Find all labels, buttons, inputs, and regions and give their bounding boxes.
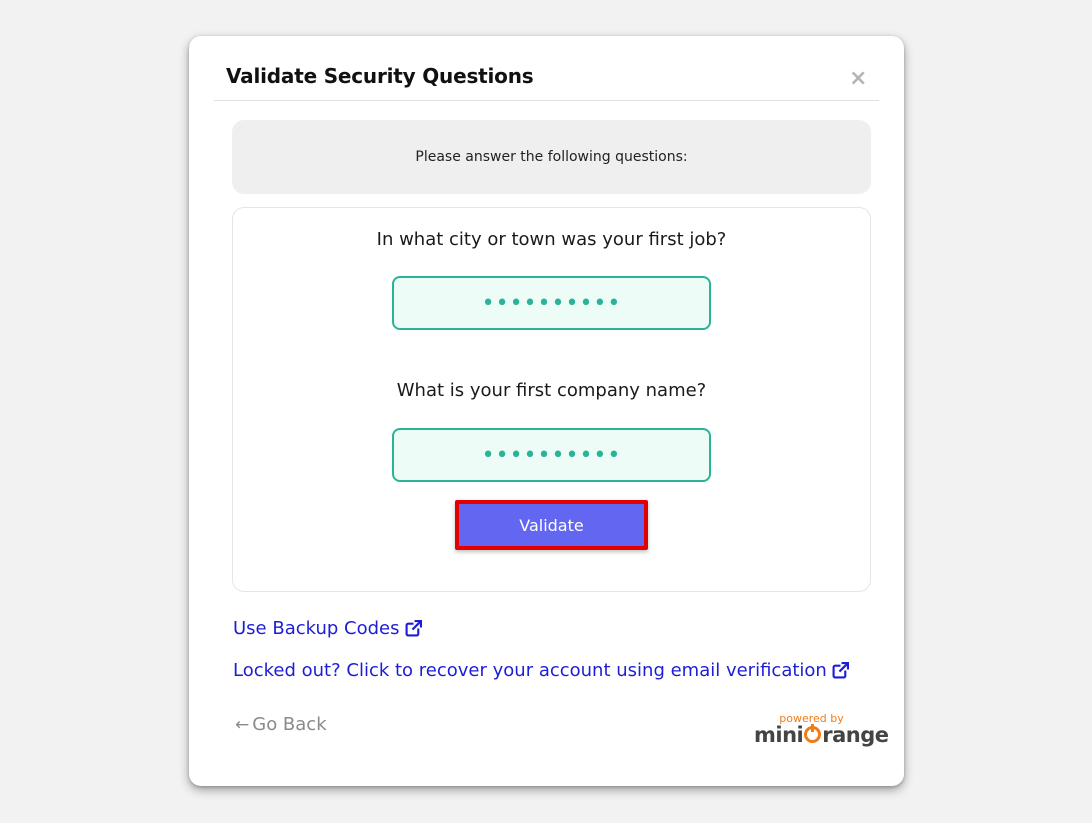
- go-back-label: Go Back: [252, 714, 327, 735]
- recover-account-link[interactable]: Locked out? Click to recover your accoun…: [233, 660, 849, 681]
- answer-input-2[interactable]: [392, 428, 711, 482]
- validate-button[interactable]: Validate: [455, 500, 648, 550]
- instructions-banner: Please answer the following questions:: [232, 120, 871, 194]
- logo-prefix: mini: [754, 723, 804, 747]
- logo-suffix: range: [822, 723, 889, 747]
- miniorange-logo: mini range: [754, 723, 889, 747]
- question-label-1: In what city or town was your first job?: [376, 229, 727, 250]
- go-back-link[interactable]: ← Go Back: [235, 714, 327, 735]
- questions-card: In what city or town was your first job?…: [232, 207, 871, 592]
- header-divider: [214, 100, 879, 101]
- backup-codes-label: Use Backup Codes: [233, 618, 400, 639]
- recover-account-label: Locked out? Click to recover your accoun…: [233, 660, 827, 681]
- close-icon[interactable]: ×: [849, 68, 867, 90]
- instructions-text: Please answer the following questions:: [415, 149, 688, 165]
- external-link-icon: [405, 620, 422, 637]
- use-backup-codes-link[interactable]: Use Backup Codes: [233, 618, 422, 639]
- power-o-icon: [804, 724, 822, 743]
- validate-button-label: Validate: [519, 515, 584, 535]
- miniorange-branding: powered by mini range: [754, 712, 889, 752]
- dialog-title: Validate Security Questions: [226, 64, 534, 88]
- question-label-2: What is your first company name?: [396, 380, 707, 401]
- arrow-left-icon: ←: [235, 714, 250, 735]
- external-link-icon: [832, 662, 849, 679]
- security-questions-dialog: Validate Security Questions × Please ans…: [189, 36, 904, 786]
- answer-input-1[interactable]: [392, 276, 711, 330]
